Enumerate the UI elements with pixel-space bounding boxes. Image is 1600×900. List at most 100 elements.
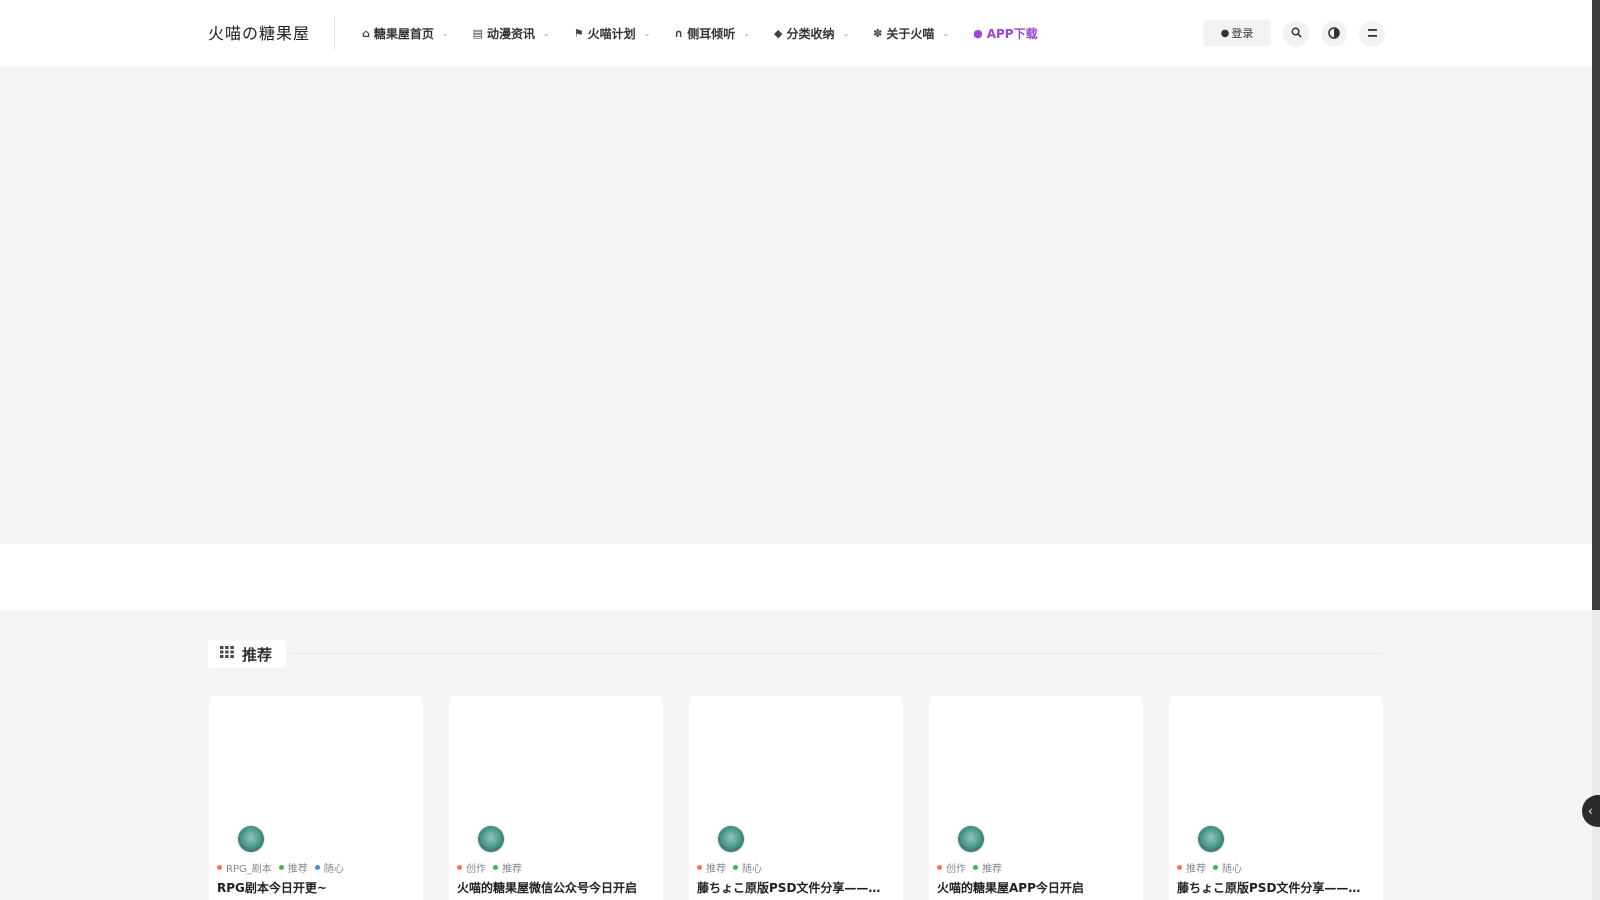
tag-label: 推荐 xyxy=(287,864,308,875)
tag-dot xyxy=(697,865,702,870)
headphones-icon: ∩ xyxy=(674,26,684,40)
post-title[interactable]: 藤ちょこ原版PSD文件分享——… xyxy=(697,879,897,896)
post-card[interactable]: 创作 推荐火喵的糖果屋APP今日开启 xyxy=(929,696,1143,900)
tag-label: 推荐 xyxy=(502,864,522,875)
section-divider xyxy=(292,653,1382,654)
nav-label: 分类收纳 xyxy=(786,26,835,41)
scrollbar-thumb[interactable] xyxy=(1592,0,1600,610)
post-thumbnail[interactable] xyxy=(689,696,903,816)
nav-item-1[interactable]: ▤ 动漫资讯 ⌄ xyxy=(473,25,550,42)
post-tags: 推荐 随心 xyxy=(697,860,769,875)
nav-label: 侧耳倾听 xyxy=(687,26,736,41)
post-title[interactable]: RPG剧本今日开更~ xyxy=(217,879,417,896)
nav-label: 动漫资讯 xyxy=(487,26,536,41)
site-logo[interactable]: 火喵の糖果屋 xyxy=(208,20,310,44)
post-card[interactable]: 创作 推荐火喵的糖果屋微信公众号今日开启 xyxy=(449,696,663,900)
chevron-down-icon: ⌄ xyxy=(441,28,449,38)
nav-label: APP下载 xyxy=(986,26,1038,41)
post-title[interactable]: 藤ちょこ原版PSD文件分享——… xyxy=(1177,879,1377,896)
tag-label: RPG_剧本 xyxy=(226,864,272,875)
category-tag[interactable]: 随心 xyxy=(314,860,344,875)
main-nav: ⌂ 糖果屋首页 ⌄ ▤ 动漫资讯 ⌄ ⚑ 火喵计划 ⌄ ∩ 侧耳倾听 ⌄ ◆ 分类收纳 ⌄ ✽ 关于火喵 ⌄ ● AP… xyxy=(362,0,1062,66)
category-tag[interactable]: 随心 xyxy=(1213,860,1242,875)
nav-item-2[interactable]: ⚑ 火喵计划 ⌄ xyxy=(574,25,651,42)
nav-item-6[interactable]: ● APP下载 xyxy=(973,25,1038,42)
post-card[interactable]: 推荐 随心藤ちょこ原版PSD文件分享——… xyxy=(1169,696,1383,900)
nav-label: 关于火喵 xyxy=(886,26,935,41)
nav-label: 火喵计划 xyxy=(587,26,636,41)
search-icon xyxy=(1291,27,1302,41)
side-panel-toggle[interactable]: ‹ xyxy=(1582,795,1600,827)
post-tags: 创作 推荐 xyxy=(457,860,529,875)
category-tag[interactable]: 推荐 xyxy=(973,860,1002,875)
post-thumbnail[interactable] xyxy=(449,696,663,816)
post-tags: 创作 推荐 xyxy=(937,860,1009,875)
post-thumbnail[interactable] xyxy=(209,696,423,816)
android-icon: ● xyxy=(973,26,983,40)
chevron-left-icon: ‹ xyxy=(1588,804,1593,818)
tag-label: 创作 xyxy=(946,864,966,875)
post-title[interactable]: 火喵的糖果屋APP今日开启 xyxy=(937,879,1137,896)
tag-label: 随心 xyxy=(323,864,344,875)
post-tags: RPG_剧本 推荐 随心 xyxy=(217,860,351,875)
tag-dot xyxy=(217,865,222,870)
author-avatar[interactable] xyxy=(958,826,984,852)
tag-dot xyxy=(314,865,320,870)
tag-label: 随心 xyxy=(742,864,762,875)
content-band xyxy=(0,544,1592,610)
section-title: 推荐 xyxy=(242,645,273,664)
banner-area xyxy=(0,66,1592,544)
author-avatar[interactable] xyxy=(238,826,264,852)
category-tag[interactable]: 创作 xyxy=(937,860,966,875)
post-card[interactable]: 推荐 随心藤ちょこ原版PSD文件分享——… xyxy=(689,696,903,900)
home-icon: ⌂ xyxy=(362,26,370,40)
author-avatar[interactable] xyxy=(1198,826,1224,852)
menu-icon xyxy=(1367,28,1378,41)
category-tag[interactable]: 随心 xyxy=(733,860,762,875)
category-tag[interactable]: 推荐 xyxy=(697,860,726,875)
tag-dot xyxy=(973,865,978,870)
contrast-icon xyxy=(1328,26,1340,42)
tag-label: 推荐 xyxy=(1186,864,1206,875)
header-divider xyxy=(334,16,335,50)
chevron-down-icon: ⌄ xyxy=(543,28,550,38)
tag-label: 随心 xyxy=(1222,864,1242,875)
post-tags: 推荐 随心 xyxy=(1177,860,1249,875)
newspaper-icon: ▤ xyxy=(472,26,483,40)
nav-item-5[interactable]: ✽ 关于火喵 ⌄ xyxy=(873,25,949,42)
post-title[interactable]: 火喵的糖果屋微信公众号今日开启 xyxy=(457,879,657,896)
category-tag[interactable]: 推荐 xyxy=(493,860,522,875)
tag-dot xyxy=(493,865,498,870)
post-thumbnail[interactable] xyxy=(1169,696,1383,816)
post-card[interactable]: RPG_剧本 推荐 随心 RPG剧本今日开更~ xyxy=(209,696,423,900)
tags-icon: ◆ xyxy=(773,26,783,40)
tag-dot xyxy=(1213,865,1218,870)
tag-label: 创作 xyxy=(466,864,486,875)
tag-dot xyxy=(278,865,284,870)
flag-icon: ⚑ xyxy=(573,26,584,40)
author-avatar[interactable] xyxy=(478,826,504,852)
nav-item-0[interactable]: ⌂ 糖果屋首页 ⌄ xyxy=(362,25,449,42)
login-button[interactable]: ● 登录 xyxy=(1203,20,1271,46)
category-tag[interactable]: RPG_剧本 xyxy=(217,860,272,875)
nav-item-3[interactable]: ∩ 侧耳倾听 ⌄ xyxy=(674,25,750,42)
tag-dot xyxy=(733,865,738,870)
menu-button[interactable] xyxy=(1359,21,1385,47)
search-button[interactable] xyxy=(1283,21,1309,47)
paw-icon: ✽ xyxy=(873,26,883,40)
nav-item-4[interactable]: ◆ 分类收纳 ⌄ xyxy=(774,25,849,42)
section-tab-recommend[interactable]: 推荐 xyxy=(208,640,287,668)
chevron-down-icon: ⌄ xyxy=(842,28,850,38)
login-label: 登录 xyxy=(1231,27,1254,40)
author-avatar[interactable] xyxy=(718,826,744,852)
post-thumbnail[interactable] xyxy=(929,696,1143,816)
theme-toggle-button[interactable] xyxy=(1321,21,1347,47)
category-tag[interactable]: 创作 xyxy=(457,860,486,875)
chevron-down-icon: ⌄ xyxy=(643,28,651,38)
category-tag[interactable]: 推荐 xyxy=(278,860,308,875)
grid-icon xyxy=(220,646,234,662)
tag-dot xyxy=(937,865,942,870)
category-tag[interactable]: 推荐 xyxy=(1177,860,1206,875)
tag-dot xyxy=(457,865,462,870)
tag-label: 推荐 xyxy=(982,864,1002,875)
